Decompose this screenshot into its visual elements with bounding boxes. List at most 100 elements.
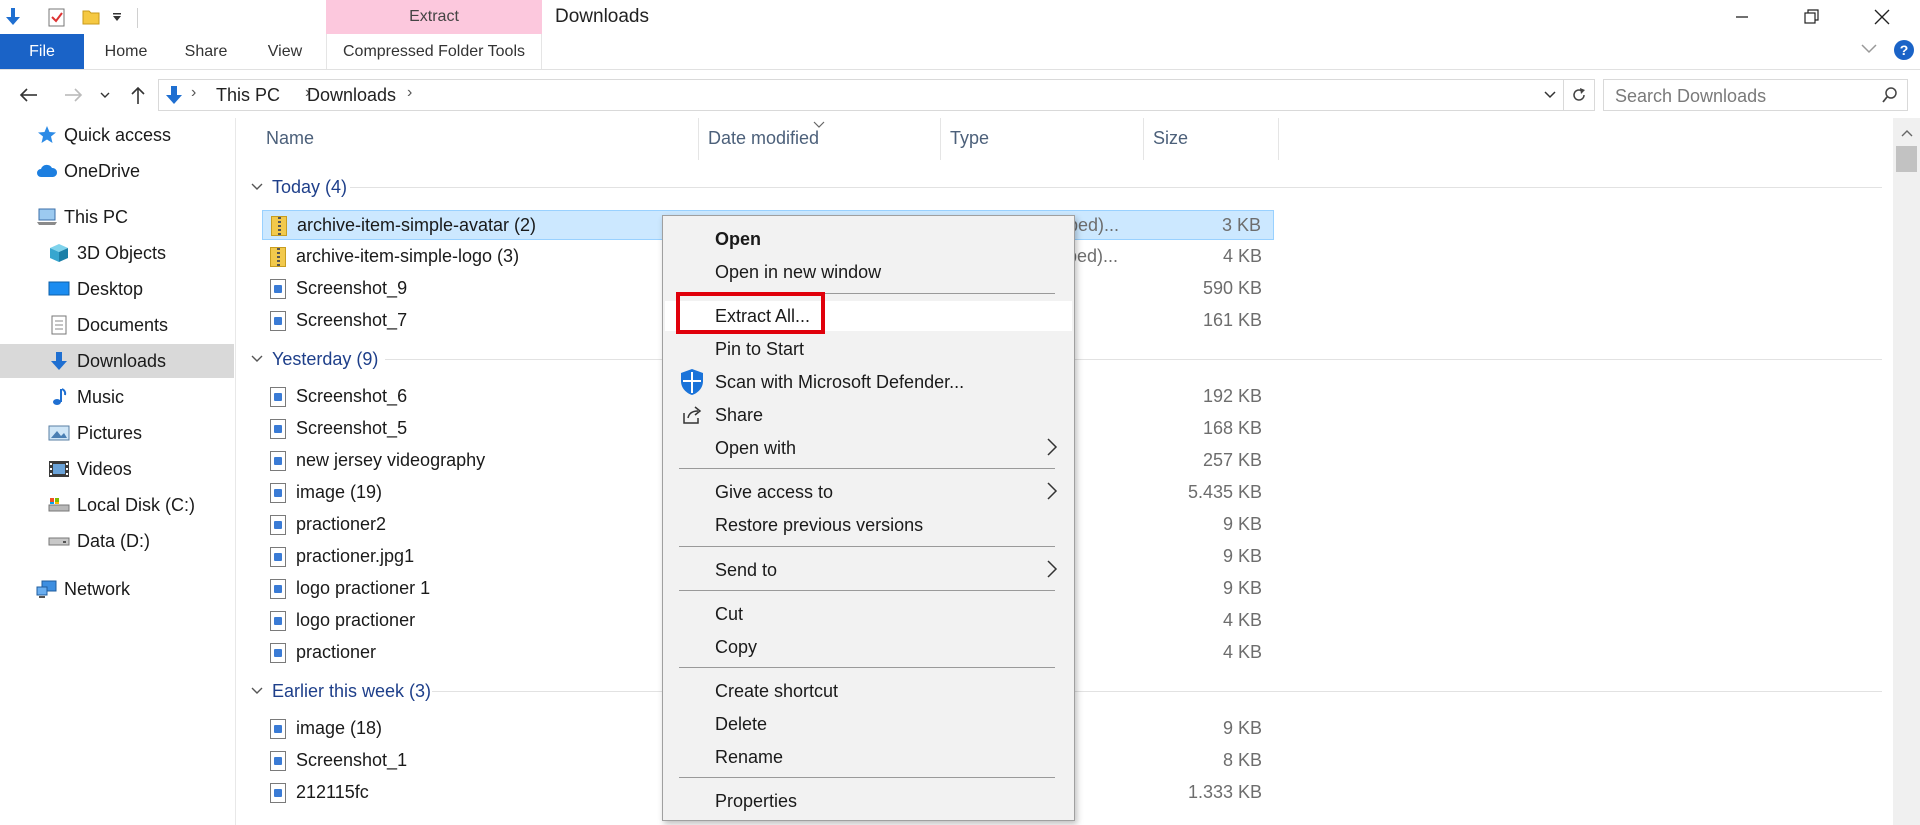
column-header-date-modified[interactable]: Date modified — [708, 128, 819, 149]
scroll-up-icon[interactable] — [1901, 124, 1913, 142]
nav-item-network[interactable]: Network — [0, 572, 234, 606]
zip-folder-icon — [271, 216, 289, 236]
file-size: 9 KB — [1222, 546, 1262, 566]
nav-item-videos[interactable]: Videos — [0, 452, 234, 486]
image-file-icon — [270, 643, 288, 663]
column-header-size[interactable]: Size — [1153, 128, 1188, 149]
group-header-earlier-this-week[interactable]: Earlier this week (3) — [250, 678, 431, 704]
restore-icon[interactable] — [1777, 0, 1847, 34]
back-arrow-icon[interactable] — [14, 82, 44, 108]
customize-dropdown-icon[interactable] — [108, 7, 126, 27]
tab-view[interactable]: View — [252, 34, 318, 69]
group-header-today[interactable]: Today (4) — [250, 174, 347, 200]
file-size: 4 KB — [1222, 610, 1262, 630]
menu-item-label: Open — [715, 229, 762, 249]
group-header-yesterday[interactable]: Yesterday (9) — [250, 346, 378, 372]
menu-item-label: Delete — [715, 714, 768, 734]
menu-item-share[interactable]: Share — [665, 400, 1072, 430]
menu-item-open[interactable]: Open — [665, 224, 1072, 254]
nav-item-documents[interactable]: Documents — [0, 308, 234, 342]
file-size: 8 KB — [1222, 750, 1262, 770]
search-input[interactable]: Search Downloads — [1603, 79, 1908, 111]
up-arrow-icon[interactable] — [123, 82, 153, 108]
ribbon-expand-chevron-icon[interactable] — [1860, 42, 1878, 61]
search-icon[interactable] — [1881, 86, 1899, 109]
extract-contextual-header: Extract — [326, 0, 542, 34]
menu-item-give-access-to[interactable]: Give access to — [665, 477, 1072, 507]
column-divider[interactable] — [1278, 118, 1279, 160]
tab-file[interactable]: File — [0, 34, 84, 69]
share-icon — [679, 402, 705, 428]
menu-item-scan-with-defender[interactable]: Scan with Microsoft Defender... — [665, 367, 1072, 397]
help-icon[interactable]: ? — [1894, 40, 1914, 60]
video-icon — [48, 458, 70, 480]
menu-item-rename[interactable]: Rename — [665, 742, 1072, 772]
file-size: 257 KB — [1202, 450, 1262, 470]
properties-check-icon[interactable] — [46, 7, 68, 27]
file-name: Screenshot_9 — [296, 278, 408, 298]
desktop-icon — [48, 278, 70, 300]
column-header-name[interactable]: Name — [266, 128, 314, 149]
nav-item-3d-objects[interactable]: 3D Objects — [0, 236, 234, 270]
down-arrow-icon[interactable] — [2, 7, 24, 27]
nav-item-quick-access[interactable]: Quick access — [0, 118, 234, 152]
nav-item-this-pc[interactable]: This PC — [0, 200, 234, 234]
collapse-chevron-icon[interactable] — [250, 182, 264, 192]
file-name: image (19) — [296, 482, 383, 502]
collapse-chevron-icon[interactable] — [250, 354, 264, 364]
nav-item-pictures[interactable]: Pictures — [0, 416, 234, 450]
breadcrumb-chevron-icon[interactable]: › — [191, 84, 196, 102]
nav-item-data-d[interactable]: Data (D:) — [0, 524, 234, 558]
menu-item-label: Scan with Microsoft Defender... — [715, 372, 965, 392]
menu-item-restore-previous-versions[interactable]: Restore previous versions — [665, 510, 1072, 540]
forward-arrow-icon[interactable] — [58, 82, 88, 108]
submenu-chevron-icon — [1046, 481, 1058, 506]
breadcrumb-downloads[interactable]: Downloads — [307, 85, 396, 106]
menu-item-open-with[interactable]: Open with — [665, 433, 1072, 463]
nav-item-local-disk-c[interactable]: Local Disk (C:) — [0, 488, 234, 522]
breadcrumb-this-pc[interactable]: This PC — [216, 85, 280, 106]
new-folder-icon[interactable] — [80, 7, 102, 27]
address-bar[interactable]: › This PC › Downloads › — [158, 79, 1595, 111]
refresh-icon[interactable] — [1570, 86, 1588, 109]
column-header-type[interactable]: Type — [950, 128, 989, 149]
group-label: Earlier this week (3) — [272, 680, 432, 701]
image-file-icon — [270, 579, 288, 599]
vertical-scrollbar[interactable] — [1893, 118, 1920, 825]
scrollbar-thumb[interactable] — [1896, 146, 1917, 172]
menu-item-delete[interactable]: Delete — [665, 709, 1072, 739]
menu-separator — [679, 667, 1055, 668]
nav-item-downloads[interactable]: Downloads — [0, 344, 234, 378]
nav-label: Local Disk (C:) — [77, 494, 196, 515]
menu-item-label: Cut — [715, 604, 744, 624]
menu-item-properties[interactable]: Properties — [665, 786, 1072, 816]
file-size: 9 KB — [1222, 578, 1262, 598]
menu-item-send-to[interactable]: Send to — [665, 555, 1072, 585]
close-icon[interactable] — [1847, 0, 1917, 34]
tab-share[interactable]: Share — [172, 34, 240, 69]
group-label: Today (4) — [272, 176, 348, 197]
menu-item-pin-to-start[interactable]: Pin to Start — [665, 334, 1072, 364]
nav-label: Documents — [77, 314, 169, 335]
nav-item-onedrive[interactable]: OneDrive — [0, 154, 234, 188]
column-divider[interactable] — [940, 118, 941, 160]
drive-icon — [48, 530, 70, 552]
tab-compressed-folder-tools[interactable]: Compressed Folder Tools — [326, 34, 542, 69]
menu-item-open-in-new-window[interactable]: Open in new window — [665, 257, 1072, 287]
tab-home[interactable]: Home — [92, 34, 160, 69]
menu-item-label: Properties — [715, 791, 798, 811]
column-divider[interactable] — [1143, 118, 1144, 160]
collapse-chevron-icon[interactable] — [250, 686, 264, 696]
address-history-chevron-icon[interactable] — [1543, 88, 1557, 106]
menu-item-cut[interactable]: Cut — [665, 599, 1072, 629]
menu-item-create-shortcut[interactable]: Create shortcut — [665, 676, 1072, 706]
column-divider[interactable] — [698, 118, 699, 160]
documents-icon — [48, 314, 70, 336]
menu-item-copy[interactable]: Copy — [665, 632, 1072, 662]
nav-item-desktop[interactable]: Desktop — [0, 272, 234, 306]
cloud-icon — [36, 160, 58, 182]
nav-item-music[interactable]: Music — [0, 380, 234, 414]
recent-locations-chevron-icon[interactable] — [95, 82, 115, 108]
minimize-icon[interactable] — [1707, 0, 1777, 34]
breadcrumb-chevron-icon[interactable]: › — [407, 84, 412, 102]
